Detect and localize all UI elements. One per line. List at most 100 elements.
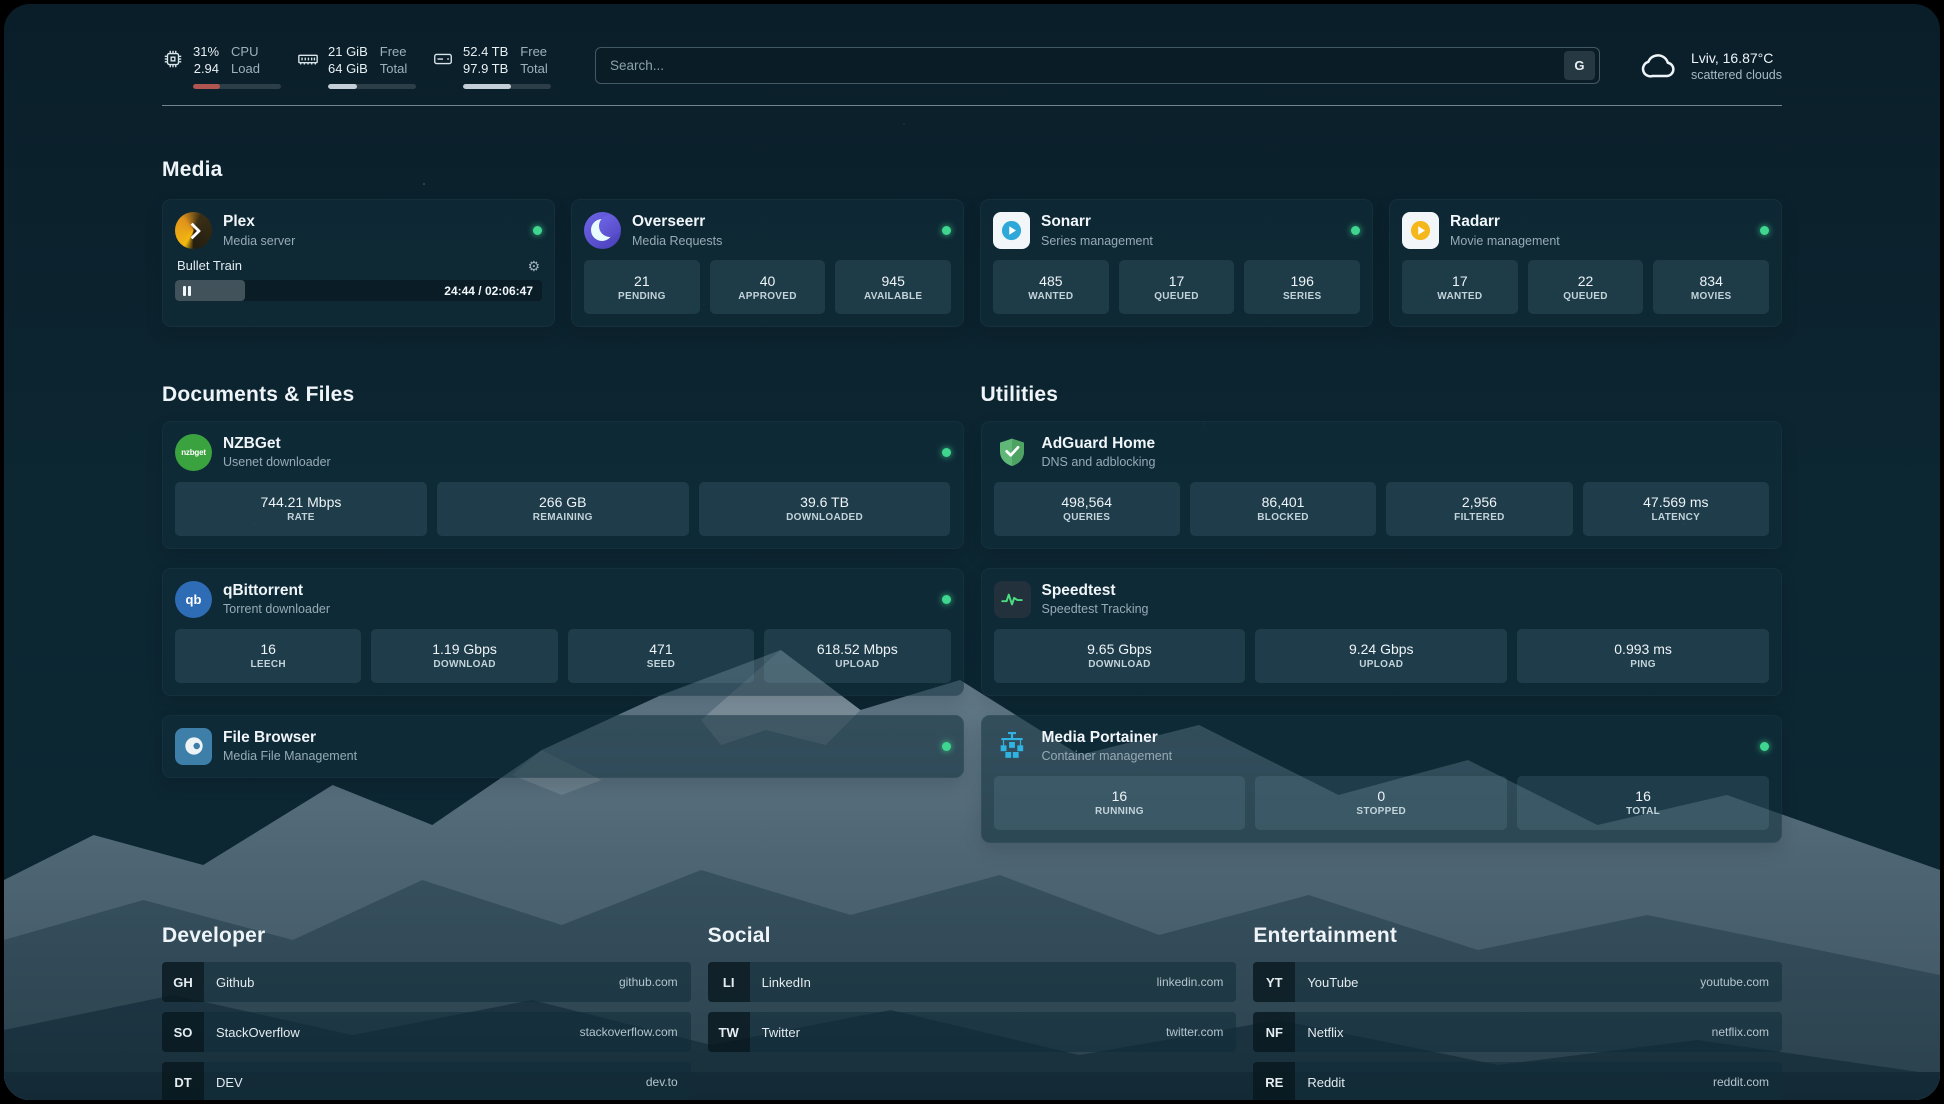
stat-label: LEECH — [250, 659, 285, 670]
bookmark-abbr: TW — [708, 1012, 750, 1052]
stat-label: LATENCY — [1652, 512, 1701, 523]
stat-value: 17 — [1169, 273, 1185, 289]
stat-block: 945 AVAILABLE — [835, 260, 951, 314]
speedtest-icon — [994, 581, 1031, 618]
qbittorrent-header: qb qBittorrent Torrent downloader — [175, 581, 951, 618]
status-dot — [942, 742, 951, 751]
top-bar: 31% 2.94 CPU Load — [162, 40, 1782, 89]
stat-value: 9.65 Gbps — [1087, 641, 1152, 657]
status-dot — [1351, 226, 1360, 235]
memory-total: 64 GiB — [328, 61, 368, 78]
stat-block: 16 RUNNING — [994, 776, 1246, 830]
bookmark-twitter[interactable]: TW Twitter twitter.com — [708, 1012, 1237, 1052]
gear-icon[interactable]: ⚙ — [527, 259, 540, 273]
weather-widget: Lviv, 16.87°C scattered clouds — [1640, 46, 1782, 86]
status-dot — [533, 226, 542, 235]
plex-card[interactable]: Plex Media server Bullet Train ⚙ 24:44 /… — [162, 199, 555, 327]
section-documents: Documents & Files nzbget NZBGet Usenet d… — [162, 365, 964, 777]
disk-widget: 52.4 TB 97.9 TB Free Total — [432, 44, 551, 89]
stat-block: 9.24 Gbps UPLOAD — [1255, 629, 1507, 683]
radarr-card[interactable]: Radarr Movie management 17 WANTED 22 QUE… — [1389, 199, 1782, 327]
sonarr-icon — [993, 212, 1030, 249]
speedtest-card[interactable]: Speedtest Speedtest Tracking 9.65 Gbps D… — [981, 568, 1783, 696]
cpu-percent: 31% — [193, 44, 219, 61]
stat-block: 266 GB REMAINING — [437, 482, 689, 536]
topbar-divider — [162, 105, 1782, 106]
stats-row: 17 WANTED 22 QUEUED 834 MOVIES — [1402, 260, 1769, 314]
memory-bar-fill — [328, 84, 357, 89]
service-name: Media Portainer — [1042, 729, 1173, 748]
stats-row: 16 LEECH 1.19 Gbps DOWNLOAD 471 SEED — [175, 629, 951, 683]
stat-block: 39.6 TB DOWNLOADED — [699, 482, 951, 536]
section-title-documents: Documents & Files — [162, 383, 964, 407]
stat-label: FILTERED — [1454, 512, 1505, 523]
service-subtitle: Media server — [223, 234, 295, 248]
stat-value: 498,564 — [1061, 494, 1112, 510]
stat-label: BLOCKED — [1257, 512, 1309, 523]
dashboard-window: 31% 2.94 CPU Load — [4, 4, 1940, 1100]
stat-value: 0 — [1377, 788, 1385, 804]
stats-row: 744.21 Mbps RATE 266 GB REMAINING 39.6 T… — [175, 482, 951, 536]
nzbget-card[interactable]: nzbget NZBGet Usenet downloader 744.21 M… — [162, 421, 964, 549]
stat-block: 834 MOVIES — [1653, 260, 1769, 314]
bookmark-github[interactable]: GH Github github.com — [162, 962, 691, 1002]
bookmark-youtube[interactable]: YT YouTube youtube.com — [1253, 962, 1782, 1002]
stat-value: 17 — [1452, 273, 1468, 289]
bookmark-domain: reddit.com — [1713, 1062, 1782, 1100]
bookmark-reddit[interactable]: RE Reddit reddit.com — [1253, 1062, 1782, 1100]
radarr-icon — [1402, 212, 1439, 249]
service-name: Overseerr — [632, 213, 722, 232]
bookmark-domain: linkedin.com — [1157, 962, 1237, 1002]
stat-value: 471 — [649, 641, 672, 657]
bookmark-stackoverflow[interactable]: SO StackOverflow stackoverflow.com — [162, 1012, 691, 1052]
portainer-card[interactable]: Media Portainer Container management 16 … — [981, 715, 1783, 843]
stat-block: 196 SERIES — [1244, 260, 1360, 314]
playback-progress-bar: 24:44 / 02:06:47 — [175, 280, 542, 301]
bookmark-domain: youtube.com — [1700, 962, 1782, 1002]
sonarr-card[interactable]: Sonarr Series management 485 WANTED 17 Q… — [980, 199, 1373, 327]
search-bar[interactable]: G — [595, 47, 1600, 84]
service-name: File Browser — [223, 729, 357, 748]
disk-bar — [463, 84, 551, 89]
service-name: qBittorrent — [223, 582, 330, 601]
service-subtitle: Series management — [1041, 234, 1153, 248]
stats-row: 16 RUNNING 0 STOPPED 16 TOTAL — [994, 776, 1770, 830]
stat-block: 618.52 Mbps UPLOAD — [764, 629, 950, 683]
plex-header: Plex Media server — [175, 212, 542, 249]
search-provider-button[interactable]: G — [1564, 51, 1595, 80]
stat-block: 485 WANTED — [993, 260, 1109, 314]
cpu-icon — [162, 48, 184, 70]
service-name: AdGuard Home — [1042, 435, 1156, 454]
qbittorrent-icon: qb — [175, 581, 212, 618]
cpu-label: CPU — [231, 44, 260, 61]
qbittorrent-card[interactable]: qb qBittorrent Torrent downloader 16 — [162, 568, 964, 696]
bookmark-name: Reddit — [1295, 1062, 1345, 1100]
bookmark-linkedin[interactable]: LI LinkedIn linkedin.com — [708, 962, 1237, 1002]
bookmark-name: YouTube — [1295, 962, 1358, 1002]
bookmark-netflix[interactable]: NF Netflix netflix.com — [1253, 1012, 1782, 1052]
bookmark-dev[interactable]: DT DEV dev.to — [162, 1062, 691, 1100]
nzbget-header: nzbget NZBGet Usenet downloader — [175, 434, 951, 471]
stat-label: AVAILABLE — [864, 291, 922, 302]
disk-total-label: Total — [520, 61, 547, 78]
adguard-card[interactable]: AdGuard Home DNS and adblocking 498,564 … — [981, 421, 1783, 549]
status-dot — [942, 448, 951, 457]
bookmark-name: LinkedIn — [750, 962, 811, 1002]
service-subtitle: Speedtest Tracking — [1042, 602, 1149, 616]
filebrowser-card[interactable]: File Browser Media File Management — [162, 715, 964, 778]
disk-free: 52.4 TB — [463, 44, 508, 61]
stat-label: APPROVED — [738, 291, 797, 302]
stat-value: 2,956 — [1462, 494, 1497, 510]
stat-label: DOWNLOAD — [1088, 659, 1150, 670]
section-utilities: Utilities — [981, 365, 1783, 842]
service-name: NZBGet — [223, 435, 331, 454]
service-name: Sonarr — [1041, 213, 1153, 232]
stat-block: 471 SEED — [568, 629, 754, 683]
overseerr-icon — [584, 212, 621, 249]
stat-label: RATE — [287, 512, 315, 523]
bookmark-group-entertainment: Entertainment YT YouTube youtube.com NF … — [1253, 907, 1782, 1100]
stat-label: SERIES — [1283, 291, 1321, 302]
search-input[interactable] — [608, 57, 1564, 74]
overseerr-card[interactable]: Overseerr Media Requests 21 PENDING 40 A… — [571, 199, 964, 327]
disk-bar-fill — [463, 84, 511, 89]
